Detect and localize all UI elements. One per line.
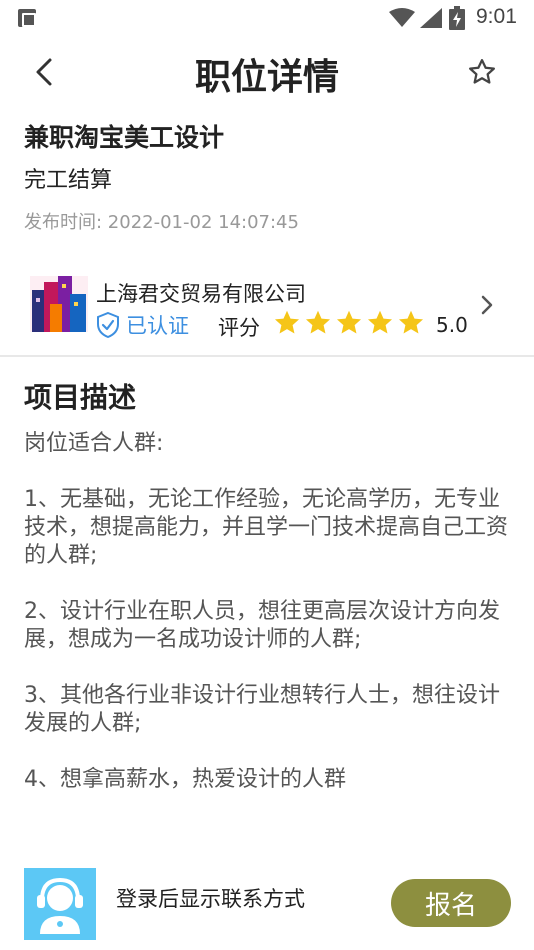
description-paragraph [24,570,514,598]
favorite-button[interactable] [462,52,502,92]
description-paragraph: 2、设计行业在职人员，想往更高层次设计方向发展，想成为一名成功设计师的人群; [24,599,500,652]
description-paragraph [24,654,514,682]
rating-stars [272,309,427,337]
contact-info-text: 登录后显示联系方式 [116,887,305,911]
contact-avatar [24,868,96,940]
divider [0,355,534,357]
job-detail-screen: 9:01 职位详情 兼职淘宝美工设计 完工结算 发布时间: 2022-01-02… [0,0,534,950]
apply-button[interactable]: 报名 [391,879,511,927]
star-filled-icon [398,310,424,334]
verified-badge: 已认证 [96,310,189,340]
settlement-type: 完工结算 [24,168,113,193]
status-bar: 9:01 [0,0,534,36]
star-outline-icon [469,59,495,84]
rating-value: 5.0 [436,313,468,337]
description-paragraph [24,458,514,486]
star-filled-icon [305,310,331,334]
shield-check-icon [97,312,119,338]
publish-time: 发布时间: 2022-01-02 14:07:45 [24,212,299,233]
description-paragraph [24,738,514,766]
bottom-bar: 登录后显示联系方式 报名 [0,862,534,950]
wifi-icon [389,8,415,27]
company-logo [30,276,88,332]
star-filled-icon [367,310,393,334]
description-paragraph: 1、无基础，无论工作经验，无论高学历，无专业技术，想提高能力，并且学一门技术提高… [24,487,509,568]
star-filled-icon [274,310,300,334]
description-paragraph: 岗位适合人群: [24,431,164,456]
cell-signal-icon [420,8,442,28]
star-filled-icon [336,310,362,334]
company-name: 上海君交贸易有限公司 [96,282,306,306]
verified-label: 已认证 [126,314,189,338]
battery-charging-icon [449,6,465,30]
app-notification-icon [18,9,36,27]
section-title-description: 项目描述 [24,381,137,414]
customer-service-icon [37,877,83,934]
company-row[interactable]: 上海君交贸易有限公司 已认证 评分 5.0 [0,262,534,346]
page-title: 职位详情 [194,57,339,98]
status-time: 9:01 [476,5,517,28]
rating-label: 评分 [218,316,260,340]
chevron-right-icon [481,295,493,315]
description-paragraph: 3、其他各行业非设计行业想转行人士，想往设计发展的人群; [24,683,500,736]
description-paragraph: 4、想拿高薪水，热爱设计的人群 [24,767,346,792]
job-title: 兼职淘宝美工设计 [24,123,225,152]
header: 职位详情 [0,36,534,112]
description-body: 岗位适合人群: 1、无基础，无论工作经验，无论高学历，无专业技术，想提高能力，并… [24,430,514,794]
